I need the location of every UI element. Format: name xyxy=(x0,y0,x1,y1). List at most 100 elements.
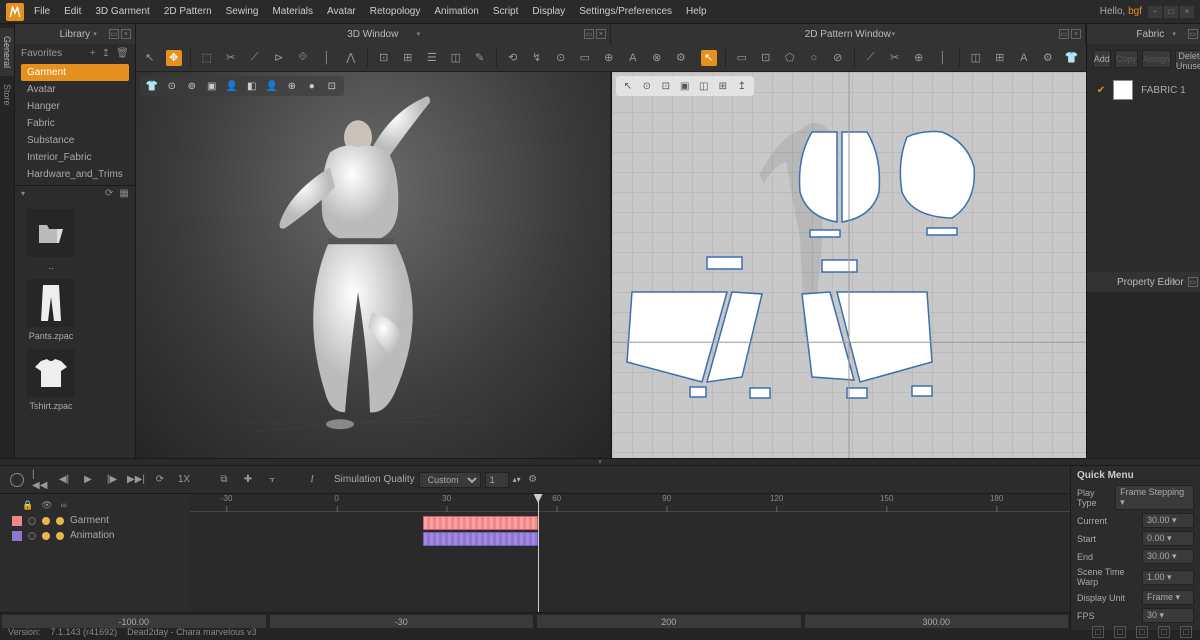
menu-help[interactable]: Help xyxy=(686,6,707,17)
menu-3d-garment[interactable]: 3D Garment xyxy=(95,6,149,17)
tool2d-12[interactable]: A xyxy=(1016,50,1032,66)
fabric-tab[interactable]: Fabric▾▭× xyxy=(1087,24,1200,44)
tool3d-1[interactable]: ✥ xyxy=(166,50,182,66)
menu-file[interactable]: File xyxy=(34,6,50,17)
tool2d-2[interactable]: ⊡ xyxy=(758,50,774,66)
asset-tshirt-zpac[interactable]: Tshirt.zpac xyxy=(23,349,79,411)
tool3d-11[interactable]: ☰ xyxy=(424,50,440,66)
view3d-icon-6[interactable]: 👤 xyxy=(265,79,279,93)
menu-sewing[interactable]: Sewing xyxy=(226,6,259,17)
tool3d-15[interactable]: ↯ xyxy=(529,50,545,66)
2d-window-tab[interactable]: 2D Pattern Window▾▭× xyxy=(611,24,1086,44)
text-tool-icon[interactable]: I xyxy=(304,472,320,488)
garment-clip[interactable] xyxy=(423,516,537,530)
menu-2d-pattern[interactable]: 2D Pattern xyxy=(164,6,212,17)
tool3d-10[interactable]: ⊞ xyxy=(400,50,416,66)
3d-window-tab[interactable]: 3D Window▾▭× xyxy=(136,24,611,44)
tool2d-11[interactable]: ⊞ xyxy=(992,50,1008,66)
tool3d-18[interactable]: ⊕ xyxy=(601,50,617,66)
view3d-icon-5[interactable]: ◧ xyxy=(245,79,259,93)
status-icon-1[interactable]: □ xyxy=(1092,626,1104,638)
tool2d-4[interactable]: ○ xyxy=(806,50,822,66)
maximize-button[interactable]: □ xyxy=(1164,6,1178,18)
menu-edit[interactable]: Edit xyxy=(64,6,81,17)
status-icon-2[interactable]: □ xyxy=(1114,626,1126,638)
tool3d-8[interactable]: ⋀ xyxy=(343,50,359,66)
tool3d-21[interactable]: ⚙ xyxy=(673,50,689,66)
tool3d-5[interactable]: ⊳ xyxy=(271,50,287,66)
tool2d-9[interactable]: │ xyxy=(935,50,951,66)
next-frame-button[interactable]: |▶ xyxy=(104,472,120,488)
tool2d-8[interactable]: ⊕ xyxy=(911,50,927,66)
timeline[interactable]: -300306090120150180 xyxy=(190,494,1070,612)
split-icon[interactable]: ⫟ xyxy=(264,472,280,488)
2d-viewport[interactable]: ↖⊙⊡▣◫⊞↥ xyxy=(612,72,1086,458)
fabric-assign-button[interactable]: Assign xyxy=(1142,50,1171,68)
view3d-icon-1[interactable]: ⊙ xyxy=(165,79,179,93)
tool2d-13[interactable]: ⚙ xyxy=(1040,50,1056,66)
asset--[interactable]: .. xyxy=(23,209,79,271)
fabric-add-button[interactable]: Add xyxy=(1093,50,1111,68)
menu-avatar[interactable]: Avatar xyxy=(327,6,356,17)
fav-item-fabric[interactable]: Fabric xyxy=(21,115,129,132)
add-fav-icon[interactable]: + xyxy=(90,48,96,59)
grid-view-icon[interactable]: ▦ xyxy=(119,188,128,199)
close-panel-icon[interactable]: × xyxy=(121,29,131,39)
prev-frame-button[interactable]: ◀| xyxy=(56,472,72,488)
asset-pants-zpac[interactable]: Pants.zpac xyxy=(23,279,79,341)
tool3d-6[interactable]: ⟐ xyxy=(295,50,311,66)
horizontal-splitter[interactable]: ▾ xyxy=(0,458,1200,466)
tool2d-6[interactable]: ⟋ xyxy=(863,50,879,66)
tool2d-7[interactable]: ✂ xyxy=(887,50,903,66)
view3d-icon-0[interactable]: 👕 xyxy=(145,79,159,93)
view3d-icon-3[interactable]: ▣ xyxy=(205,79,219,93)
tool2d-14[interactable]: 👕 xyxy=(1064,50,1080,66)
track-animation[interactable]: Animation xyxy=(8,528,182,543)
frame-num-field[interactable]: 200 xyxy=(537,615,801,628)
property-editor-tab[interactable]: Property Editor▾▭× xyxy=(1087,272,1200,292)
tool2d-5[interactable]: ⊘ xyxy=(830,50,846,66)
vtab-general[interactable]: General xyxy=(0,28,14,76)
tool3d-4[interactable]: ⟋ xyxy=(247,50,263,66)
record-button[interactable] xyxy=(10,473,24,487)
fabric-item[interactable]: ✔FABRIC 1 xyxy=(1087,74,1200,106)
vtab-store[interactable]: Store xyxy=(0,76,14,114)
fav-item-interior_fabric[interactable]: Interior_Fabric xyxy=(21,149,129,166)
tool3d-20[interactable]: ⊗ xyxy=(649,50,665,66)
play-button[interactable]: ▶ xyxy=(80,472,96,488)
library-tab[interactable]: Library▾ ▭× xyxy=(15,24,135,44)
menu-animation[interactable]: Animation xyxy=(434,6,478,17)
close-2d-icon[interactable]: × xyxy=(1071,29,1081,39)
fav-item-hardware_and_trims[interactable]: Hardware_and_Trims xyxy=(21,166,129,183)
fav-item-avatar[interactable]: Avatar xyxy=(21,81,129,98)
go-start-button[interactable]: |◀◀ xyxy=(32,472,48,488)
speed-label[interactable]: 1X xyxy=(176,472,192,488)
status-icon-5[interactable]: □ xyxy=(1180,626,1192,638)
menu-display[interactable]: Display xyxy=(532,6,565,17)
tool3d-9[interactable]: ⊡ xyxy=(376,50,392,66)
animation-clip[interactable] xyxy=(423,532,537,546)
tool3d-7[interactable]: │ xyxy=(319,50,335,66)
tool3d-14[interactable]: ⟲ xyxy=(505,50,521,66)
frame-num-field[interactable]: 300.00 xyxy=(805,615,1069,628)
visibility-icon[interactable]: 👁 xyxy=(41,500,52,511)
upload-icon[interactable]: ↥ xyxy=(102,48,110,59)
tool2d-3[interactable]: ⬠ xyxy=(782,50,798,66)
view3d-icon-4[interactable]: 👤 xyxy=(225,79,239,93)
lock-icon[interactable]: 🔒 xyxy=(22,500,33,511)
refresh-icon[interactable]: ⟳ xyxy=(105,188,113,199)
menu-script[interactable]: Script xyxy=(493,6,519,17)
undock-icon[interactable]: ▭ xyxy=(109,29,119,39)
tool3d-12[interactable]: ◫ xyxy=(448,50,464,66)
close-3d-icon[interactable]: × xyxy=(596,29,606,39)
3d-viewport[interactable]: 👕⊙⊚▣👤◧👤⊕●⊡ xyxy=(136,72,610,458)
undock-2d-icon[interactable]: ▭ xyxy=(1059,29,1069,39)
minimize-button[interactable]: − xyxy=(1148,6,1162,18)
go-end-button[interactable]: ▶▶| xyxy=(128,472,144,488)
status-icon-3[interactable]: □ xyxy=(1136,626,1148,638)
view3d-icon-9[interactable]: ⊡ xyxy=(325,79,339,93)
tool3d-3[interactable]: ✂ xyxy=(223,50,239,66)
tool2d-1[interactable]: ▭ xyxy=(734,50,750,66)
close-button[interactable]: × xyxy=(1180,6,1194,18)
fabric-copy-button[interactable]: Copy xyxy=(1115,50,1138,68)
